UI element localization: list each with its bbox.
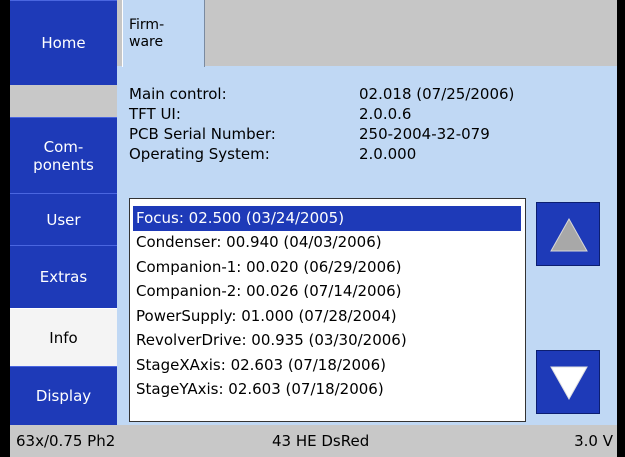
triangle-down-icon [550, 366, 588, 401]
objective-status: 63x/0.75 Ph2 [16, 432, 116, 450]
status-bar: 63x/0.75 Ph2 43 HE DsRed 3.0 V [10, 425, 617, 457]
sidebar-item-label: Extras [39, 268, 88, 286]
sidebar-item-label: Info [49, 328, 78, 347]
info-value: 2.0.0.6 [359, 105, 412, 123]
triangle-up-icon [550, 217, 588, 252]
info-value: 2.0.000 [359, 145, 417, 163]
info-value: 02.018 (07/25/2006) [359, 85, 515, 103]
list-item[interactable]: Companion-2: 00.026 (07/14/2006) [133, 279, 521, 304]
list-item[interactable]: StageXAxis: 02.603 (07/18/2006) [133, 353, 521, 378]
sidebar-item-label: Display [35, 387, 92, 405]
list-item[interactable]: PowerSupply: 01.000 (07/28/2004) [133, 304, 521, 329]
sidebar-item-label: Home [41, 34, 86, 52]
voltage-status: 3.0 V [574, 432, 613, 450]
scroll-down-button[interactable] [536, 350, 600, 414]
list-item[interactable]: RevolverDrive: 00.935 (03/30/2006) [133, 328, 521, 353]
sidebar: Home Com- ponents User Extras Info Displ… [10, 0, 117, 425]
sidebar-item-extras[interactable]: Extras [10, 245, 117, 308]
info-key: Main control: [129, 85, 227, 103]
filter-status: 43 HE DsRed [272, 432, 370, 450]
list-item[interactable]: Companion-1: 00.020 (06/29/2006) [133, 255, 521, 280]
main-panel: Firm- ware Main control: 02.018 (07/25/2… [117, 0, 617, 425]
sidebar-spacer [10, 85, 117, 117]
sidebar-item-home[interactable]: Home [10, 0, 117, 85]
sidebar-item-label: Com- ponents [33, 137, 94, 174]
sidebar-item-components[interactable]: Com- ponents [10, 117, 117, 193]
firmware-list[interactable]: Focus: 02.500 (03/24/2005) Condenser: 00… [129, 198, 526, 422]
list-item[interactable]: Condenser: 00.940 (04/03/2006) [133, 230, 521, 255]
info-key: PCB Serial Number: [129, 125, 276, 143]
info-key: TFT UI: [129, 105, 181, 123]
scroll-up-button[interactable] [536, 202, 600, 266]
sidebar-item-label: User [46, 210, 81, 229]
sidebar-item-info[interactable]: Info [10, 308, 117, 366]
tab-firmware[interactable]: Firm- ware [122, 0, 205, 67]
sidebar-item-user[interactable]: User [10, 193, 117, 245]
list-item[interactable]: StageYAxis: 02.603 (07/18/2006) [133, 377, 521, 402]
info-value: 250-2004-32-079 [359, 125, 490, 143]
sidebar-item-display[interactable]: Display [10, 366, 117, 425]
list-item[interactable]: Focus: 02.500 (03/24/2005) [133, 206, 521, 231]
tab-label: Firm- ware [129, 17, 165, 50]
info-key: Operating System: [129, 145, 270, 163]
